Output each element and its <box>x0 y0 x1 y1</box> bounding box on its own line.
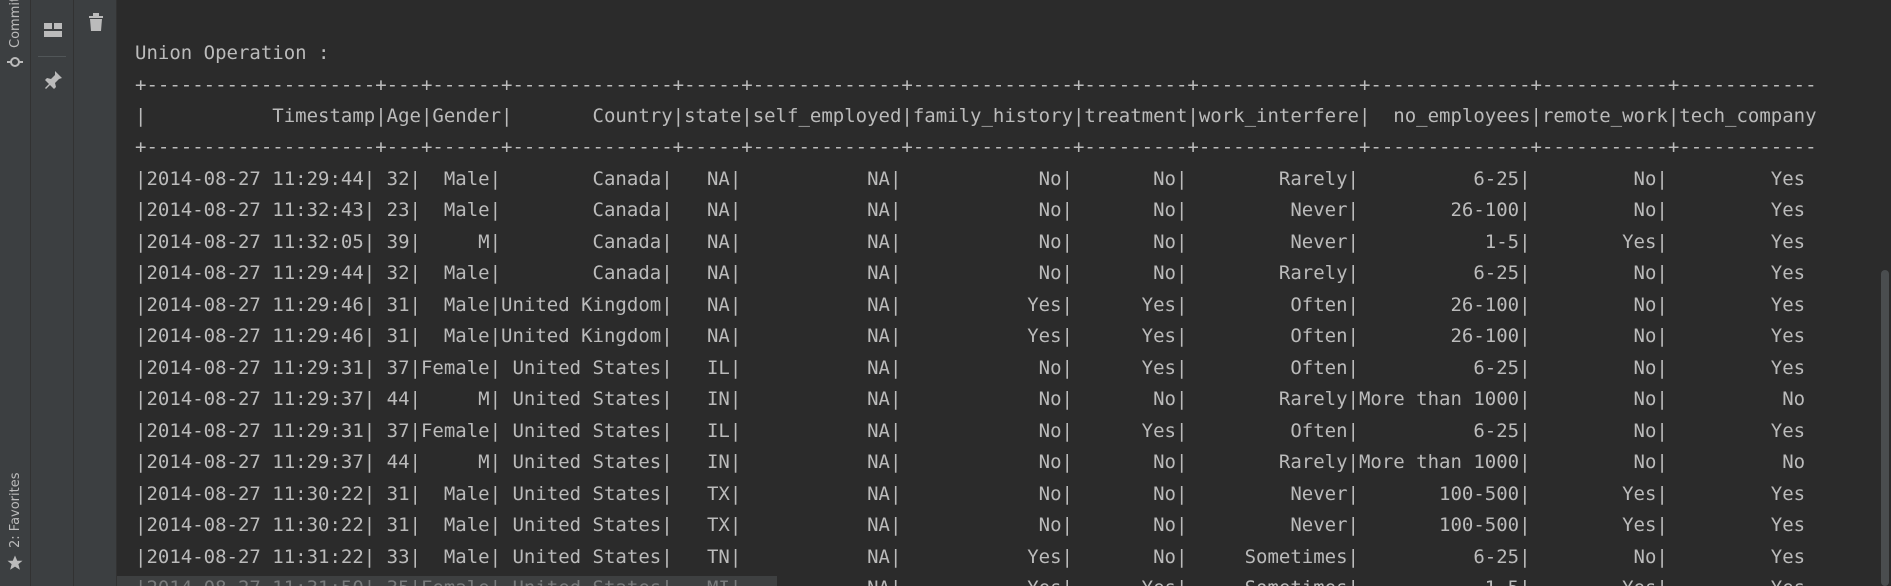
table-row: |2014-08-27 11:29:31| 37|Female| United … <box>135 357 1806 379</box>
layout-icon[interactable] <box>41 18 65 42</box>
pin-icon[interactable] <box>41 68 65 92</box>
table-row: |2014-08-27 11:30:22| 31| Male| United S… <box>135 483 1806 505</box>
table-row: |2014-08-27 11:31:22| 33| Male| United S… <box>135 546 1806 568</box>
table-row: |2014-08-27 11:29:37| 44| M| United Stat… <box>135 451 1806 473</box>
table-row: |2014-08-27 11:29:31| 37|Female| United … <box>135 420 1806 442</box>
trash-icon[interactable] <box>84 10 108 34</box>
table-row: |2014-08-27 11:30:22| 31| Male| United S… <box>135 514 1806 536</box>
favorites-tab-label: 2: Favorites <box>8 472 23 548</box>
table-row: |2014-08-27 11:32:43| 23| Male| Canada| … <box>135 199 1806 221</box>
star-icon[interactable] <box>6 554 24 572</box>
commit-icon[interactable] <box>7 54 23 70</box>
run-tool-column <box>31 0 74 586</box>
commit-tab-label: Commit <box>8 0 23 48</box>
table-row: |2014-08-27 11:29:44| 32| Male| Canada| … <box>135 262 1806 284</box>
tool-separator <box>38 56 66 57</box>
table-row: |2014-08-27 11:29:37| 44| M| United Stat… <box>135 388 1806 410</box>
table-border-mid: +--------------------+---+------+-------… <box>135 136 1817 158</box>
console-heading: Union Operation : <box>135 42 330 64</box>
commit-tab[interactable]: Commit <box>8 0 23 48</box>
table-row: |2014-08-27 11:32:05| 39| M| Canada| NA|… <box>135 231 1806 253</box>
console-output[interactable]: Union Operation : +--------------------+… <box>117 0 1891 586</box>
left-tool-strip: Commit 2: Favorites <box>0 0 31 586</box>
table-row: |2014-08-27 11:29:44| 32| Male| Canada| … <box>135 168 1806 190</box>
favorites-tab[interactable]: 2: Favorites <box>8 472 23 548</box>
secondary-tool-column <box>74 0 117 586</box>
vertical-scrollbar[interactable] <box>1881 270 1889 586</box>
table-header-row: | Timestamp|Age|Gender| Country|state|se… <box>135 105 1817 127</box>
selection-highlight <box>117 576 777 586</box>
table-border-top: +--------------------+---+------+-------… <box>135 74 1817 96</box>
table-row: |2014-08-27 11:29:46| 31| Male|United Ki… <box>135 325 1806 347</box>
table-row: |2014-08-27 11:29:46| 31| Male|United Ki… <box>135 294 1806 316</box>
